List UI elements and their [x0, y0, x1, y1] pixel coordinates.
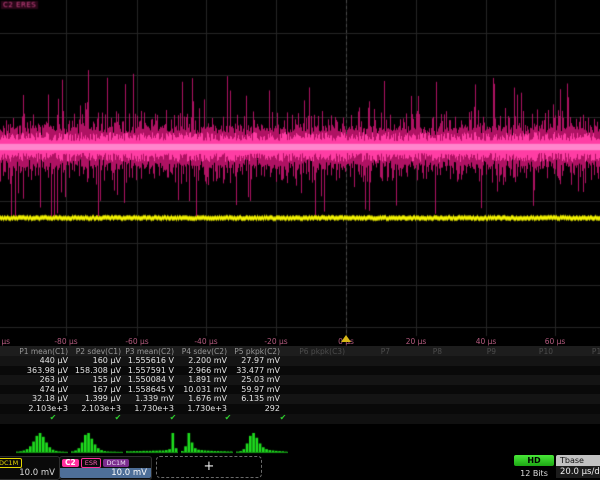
measure-cell-p1-r4: 474 µV [40, 385, 68, 394]
measure-header-4[interactable]: P4 sdev(C2) [182, 347, 227, 356]
measure-header-7[interactable]: P7 [381, 347, 390, 356]
bit-depth-label: 12 Bits [512, 469, 556, 478]
measure-cell-p4-r2: 2.966 mV [188, 366, 227, 375]
time-axis-label-2: -60 µs [125, 337, 148, 346]
trigger-position-marker[interactable] [341, 335, 351, 342]
status-check-icon-p2: ✔ [115, 413, 122, 422]
histicon-p4[interactable] [181, 430, 233, 455]
measure-cell-p2-r6: 2.103e+3 [81, 404, 121, 413]
timebase-descriptor[interactable]: Tbase 20.0 µs/div [556, 455, 600, 479]
time-axis-label-7: 40 µs [476, 337, 497, 346]
measure-header-9[interactable]: P9 [487, 347, 496, 356]
timebase-label: Tbase [556, 455, 600, 466]
time-axis-label-1: -80 µs [54, 337, 77, 346]
measure-row-3: 263 µV 155 µV 1.550084 V 1.891 mV 25.03 mV [0, 375, 600, 385]
measure-cell-p5-r2: 33.477 mV [236, 366, 280, 375]
measure-cell-p2-r1: 160 µV [93, 356, 121, 365]
measure-row-5: 32.18 µV 1.399 µV 1.339 mV 1.676 mV 6.135 mV [0, 394, 600, 404]
hd-mode-badge[interactable]: HD [514, 455, 554, 466]
oscilloscope-screen: C2 ERES -100 µs-80 µs-60 µs-40 µs-20 µs0… [0, 0, 600, 480]
measure-header-10[interactable]: P10 [539, 347, 553, 356]
measure-row-4: 474 µV 167 µV 1.558645 V 10.031 mV 59.97 mV [0, 385, 600, 395]
measure-cell-p5-r3: 25.03 mV [241, 375, 280, 384]
measure-cell-p3-r4: 1.558645 V [128, 385, 174, 394]
measure-header-5[interactable]: P5 pkpk(C2) [234, 347, 280, 356]
time-axis-label-3: -40 µs [194, 337, 217, 346]
measure-cell-p2-r4: 167 µV [93, 385, 121, 394]
measure-cell-p5-r1: 27.97 mV [241, 356, 280, 365]
add-trace-button[interactable]: + [156, 456, 262, 478]
histicon-p3[interactable] [126, 430, 178, 455]
time-axis-label-0: -100 µs [0, 337, 10, 346]
channel-descriptor-c2[interactable]: C2 ESR DC1M 10.0 mV [59, 456, 152, 480]
waveform-grid[interactable] [0, 0, 600, 340]
time-axis-label-4: -20 µs [264, 337, 287, 346]
status-check-icon-p4: ✔ [225, 413, 232, 422]
measure-header-6[interactable]: P6 pkpk(C3) [299, 347, 345, 356]
measure-cell-p2-r3: 155 µV [93, 375, 121, 384]
measure-cell-p3-r3: 1.550084 V [128, 375, 174, 384]
c2-channel-badge: C2 [62, 459, 79, 467]
c1-vdiv-value: 10.0 mV [0, 468, 59, 478]
measure-cell-p5-r5: 6.135 mV [241, 394, 280, 403]
measure-header-11[interactable]: P11 [592, 347, 600, 356]
measure-cell-p4-r5: 1.676 mV [188, 394, 227, 403]
measure-cell-p1-r1: 440 µV [40, 356, 68, 365]
c2-coupling-badge: DC1M [103, 459, 128, 467]
measure-cell-p4-r6: 1.730e+3 [187, 404, 227, 413]
measure-table-header-row: P1 mean(C1) P2 sdev(C1) P3 mean(C2) P4 sdev… [0, 346, 600, 356]
measure-cell-p2-r5: 1.399 µV [85, 394, 121, 403]
status-check-icon-p1: ✔ [50, 413, 57, 422]
measure-cell-p1-r6: 2.103e+3 [28, 404, 68, 413]
c1-coupling-badge: DC1M [0, 458, 22, 468]
status-check-icon-p3: ✔ [170, 413, 177, 422]
measure-header-1[interactable]: P1 mean(C1) [19, 347, 68, 356]
measure-table: P1 mean(C1) P2 sdev(C1) P3 mean(C2) P4 sdev… [0, 346, 600, 428]
measure-cell-p3-r6: 1.730e+3 [134, 404, 174, 413]
time-axis-label-6: 20 µs [406, 337, 427, 346]
trace-annotation-label: C2 ERES [1, 1, 38, 9]
measure-status-row: ✔ ✔ ✔ ✔ ✔ [0, 414, 600, 424]
measure-cell-p5-r4: 59.97 mV [241, 385, 280, 394]
histicon-p2[interactable] [71, 430, 123, 455]
c2-filter-badge: ESR [81, 458, 102, 468]
measure-cell-p4-r3: 1.891 mV [188, 375, 227, 384]
channel-descriptor-c1[interactable]: DC1M 10.0 mV [0, 456, 60, 480]
timebase-value: 20.0 µs/div [556, 466, 600, 478]
measure-cell-p3-r1: 1.555616 V [128, 356, 174, 365]
measure-cell-p4-r1: 2.200 mV [188, 356, 227, 365]
measure-cell-p2-r2: 158.308 µV [75, 366, 121, 375]
measure-cell-p1-r3: 263 µV [40, 375, 68, 384]
measure-header-3[interactable]: P3 mean(C2) [125, 347, 174, 356]
measure-header-2[interactable]: P2 sdev(C1) [76, 347, 121, 356]
histicon-row [0, 430, 600, 455]
status-check-icon-p5: ✔ [280, 413, 287, 422]
measure-cell-p4-r4: 10.031 mV [183, 385, 227, 394]
measure-cell-p1-r5: 32.18 µV [32, 394, 68, 403]
measure-header-8[interactable]: P8 [433, 347, 442, 356]
histicon-p1[interactable] [16, 430, 68, 455]
histicon-p5[interactable] [236, 430, 288, 455]
measure-cell-p3-r5: 1.339 mV [135, 394, 174, 403]
measure-cell-p3-r2: 1.557591 V [128, 366, 174, 375]
measure-row-6: 2.103e+3 2.103e+3 1.730e+3 1.730e+3 292 [0, 404, 600, 414]
time-axis-label-8: 60 µs [545, 337, 566, 346]
measure-cell-p1-r2: 363.98 µV [27, 366, 68, 375]
plus-icon: + [204, 459, 215, 474]
c2-vdiv-value: 10.0 mV [60, 468, 151, 478]
measure-cell-p5-r6: 292 [265, 404, 280, 413]
measure-row-1: 440 µV 160 µV 1.555616 V 2.200 mV 27.97 mV [0, 356, 600, 366]
measure-row-2: 363.98 µV 158.308 µV 1.557591 V 2.966 mV 33.… [0, 366, 600, 376]
